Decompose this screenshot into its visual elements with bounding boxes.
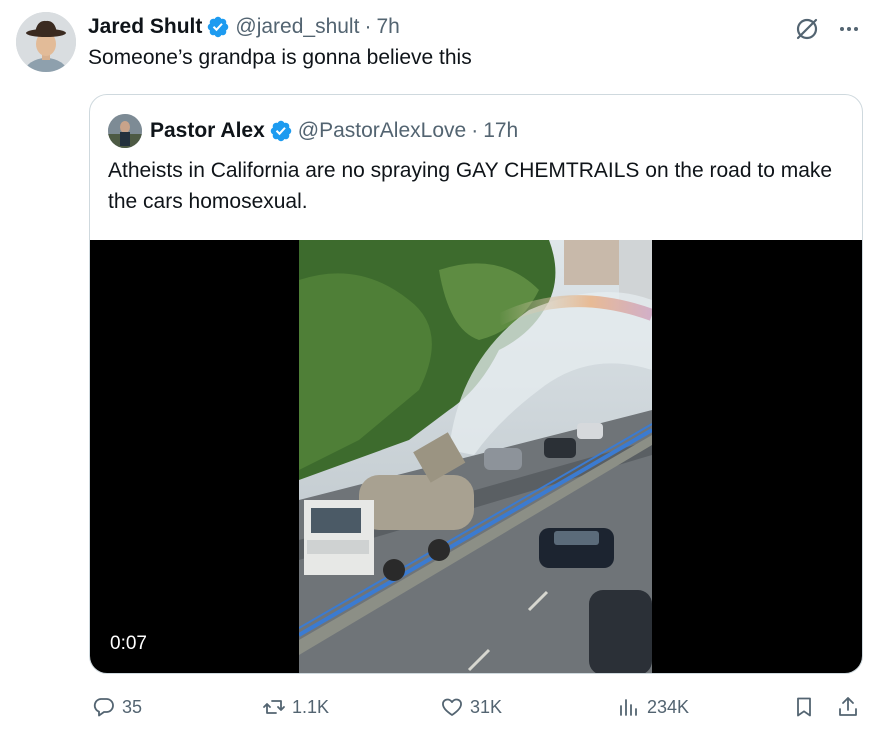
tweet-action-bar: 35 1.1K 31K 234K — [0, 692, 884, 722]
more-icon[interactable] — [836, 16, 862, 42]
views-count: 234K — [647, 696, 690, 717]
heart-icon — [442, 698, 462, 716]
like-count: 31K — [470, 696, 503, 717]
reply-count: 35 — [122, 696, 143, 717]
reply-icon — [93, 698, 114, 717]
views-button[interactable]: 234K — [617, 692, 689, 722]
quoted-tweet-card[interactable]: Pastor Alex @PastorAlexLove · 17h Atheis… — [89, 94, 863, 674]
separator-dot: · — [471, 119, 479, 142]
tweet-time[interactable]: 7h — [376, 15, 399, 39]
share-icon — [839, 697, 857, 716]
like-button[interactable]: 31K — [440, 692, 502, 722]
quoted-tweet-time[interactable]: 17h — [483, 119, 518, 143]
quoted-tweet-text: Atheists in California are no spraying G… — [108, 159, 833, 213]
video-player[interactable]: 0:07 — [90, 240, 862, 673]
share-button[interactable] — [836, 692, 860, 722]
author-avatar[interactable] — [16, 12, 76, 72]
tweet-top-actions — [792, 14, 862, 44]
tweet-header: Jared Shult @jared_shult · 7h — [88, 12, 400, 42]
verified-badge-icon[interactable] — [269, 119, 293, 143]
quoted-author-handle[interactable]: @PastorAlexLove — [298, 119, 466, 143]
video-frame[interactable] — [299, 240, 652, 673]
retweet-button[interactable]: 1.1K — [262, 692, 329, 722]
retweet-icon — [263, 700, 285, 714]
bookmark-button[interactable] — [792, 692, 816, 722]
separator-dot: · — [364, 15, 372, 38]
author-handle[interactable]: @jared_shult — [235, 15, 359, 39]
bookmark-icon — [797, 697, 811, 717]
quoted-author-avatar[interactable] — [108, 114, 142, 148]
verified-badge-icon[interactable] — [206, 15, 230, 39]
reply-button[interactable]: 35 — [92, 692, 142, 722]
grok-icon[interactable] — [792, 14, 822, 44]
retweet-count: 1.1K — [292, 696, 330, 717]
views-icon — [620, 699, 637, 716]
tweet-text: Someone’s grandpa is gonna believe this — [88, 46, 472, 69]
video-timestamp: 0:07 — [110, 633, 147, 654]
author-name[interactable]: Jared Shult — [88, 15, 202, 39]
quoted-tweet-header: Pastor Alex @PastorAlexLove · 17h — [108, 114, 518, 148]
quoted-author-name[interactable]: Pastor Alex — [150, 119, 265, 143]
